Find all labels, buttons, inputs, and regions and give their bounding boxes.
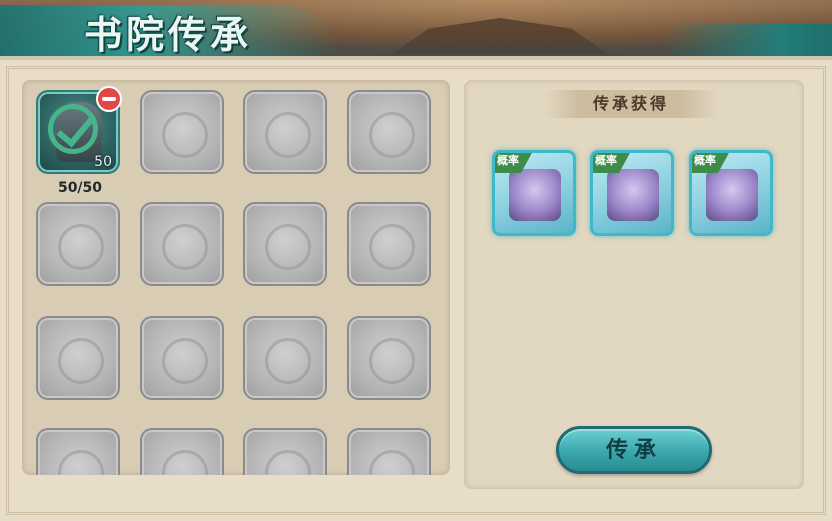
- inventory-slot-empty[interactable]: [140, 428, 224, 475]
- reward-item[interactable]: 概率: [492, 150, 576, 236]
- page-title: 书院传承: [84, 12, 253, 57]
- inventory-slot-empty[interactable]: [243, 90, 327, 174]
- inventory-slot-empty[interactable]: [347, 316, 431, 400]
- inventory-panel: 50: [22, 80, 450, 475]
- inventory-slot-empty[interactable]: [347, 428, 431, 475]
- item-count: 50: [94, 154, 112, 170]
- puzzle-piece-icon: [706, 169, 758, 221]
- inventory-slot-empty[interactable]: [140, 90, 224, 174]
- reward-item[interactable]: 概率: [689, 150, 773, 236]
- inventory-slot-empty[interactable]: [347, 202, 431, 286]
- top-banner: 书院传承: [0, 0, 832, 60]
- cloud-decoration-right: [662, 24, 832, 60]
- inventory-slot-empty[interactable]: [243, 316, 327, 400]
- reward-item[interactable]: 概率: [590, 150, 674, 236]
- item-quantity-label: 50/50: [57, 180, 103, 196]
- inventory-slot-empty[interactable]: [36, 316, 120, 400]
- remove-icon[interactable]: [96, 86, 122, 112]
- inventory-slot-empty[interactable]: [140, 316, 224, 400]
- inventory-slot-selected[interactable]: 50: [36, 86, 122, 174]
- reward-panel-title: 传承获得: [544, 90, 718, 118]
- inventory-slot-empty[interactable]: [36, 202, 120, 286]
- inventory-slot-empty[interactable]: [243, 202, 327, 286]
- inventory-slot-empty[interactable]: [140, 202, 224, 286]
- puzzle-piece-icon: [509, 169, 561, 221]
- inventory-slot-empty[interactable]: [347, 90, 431, 174]
- inherit-button[interactable]: 传承: [556, 426, 712, 474]
- inventory-slot-empty[interactable]: [36, 428, 120, 475]
- puzzle-piece-icon: [607, 169, 659, 221]
- check-icon: [48, 104, 98, 154]
- inventory-slot-empty[interactable]: [243, 428, 327, 475]
